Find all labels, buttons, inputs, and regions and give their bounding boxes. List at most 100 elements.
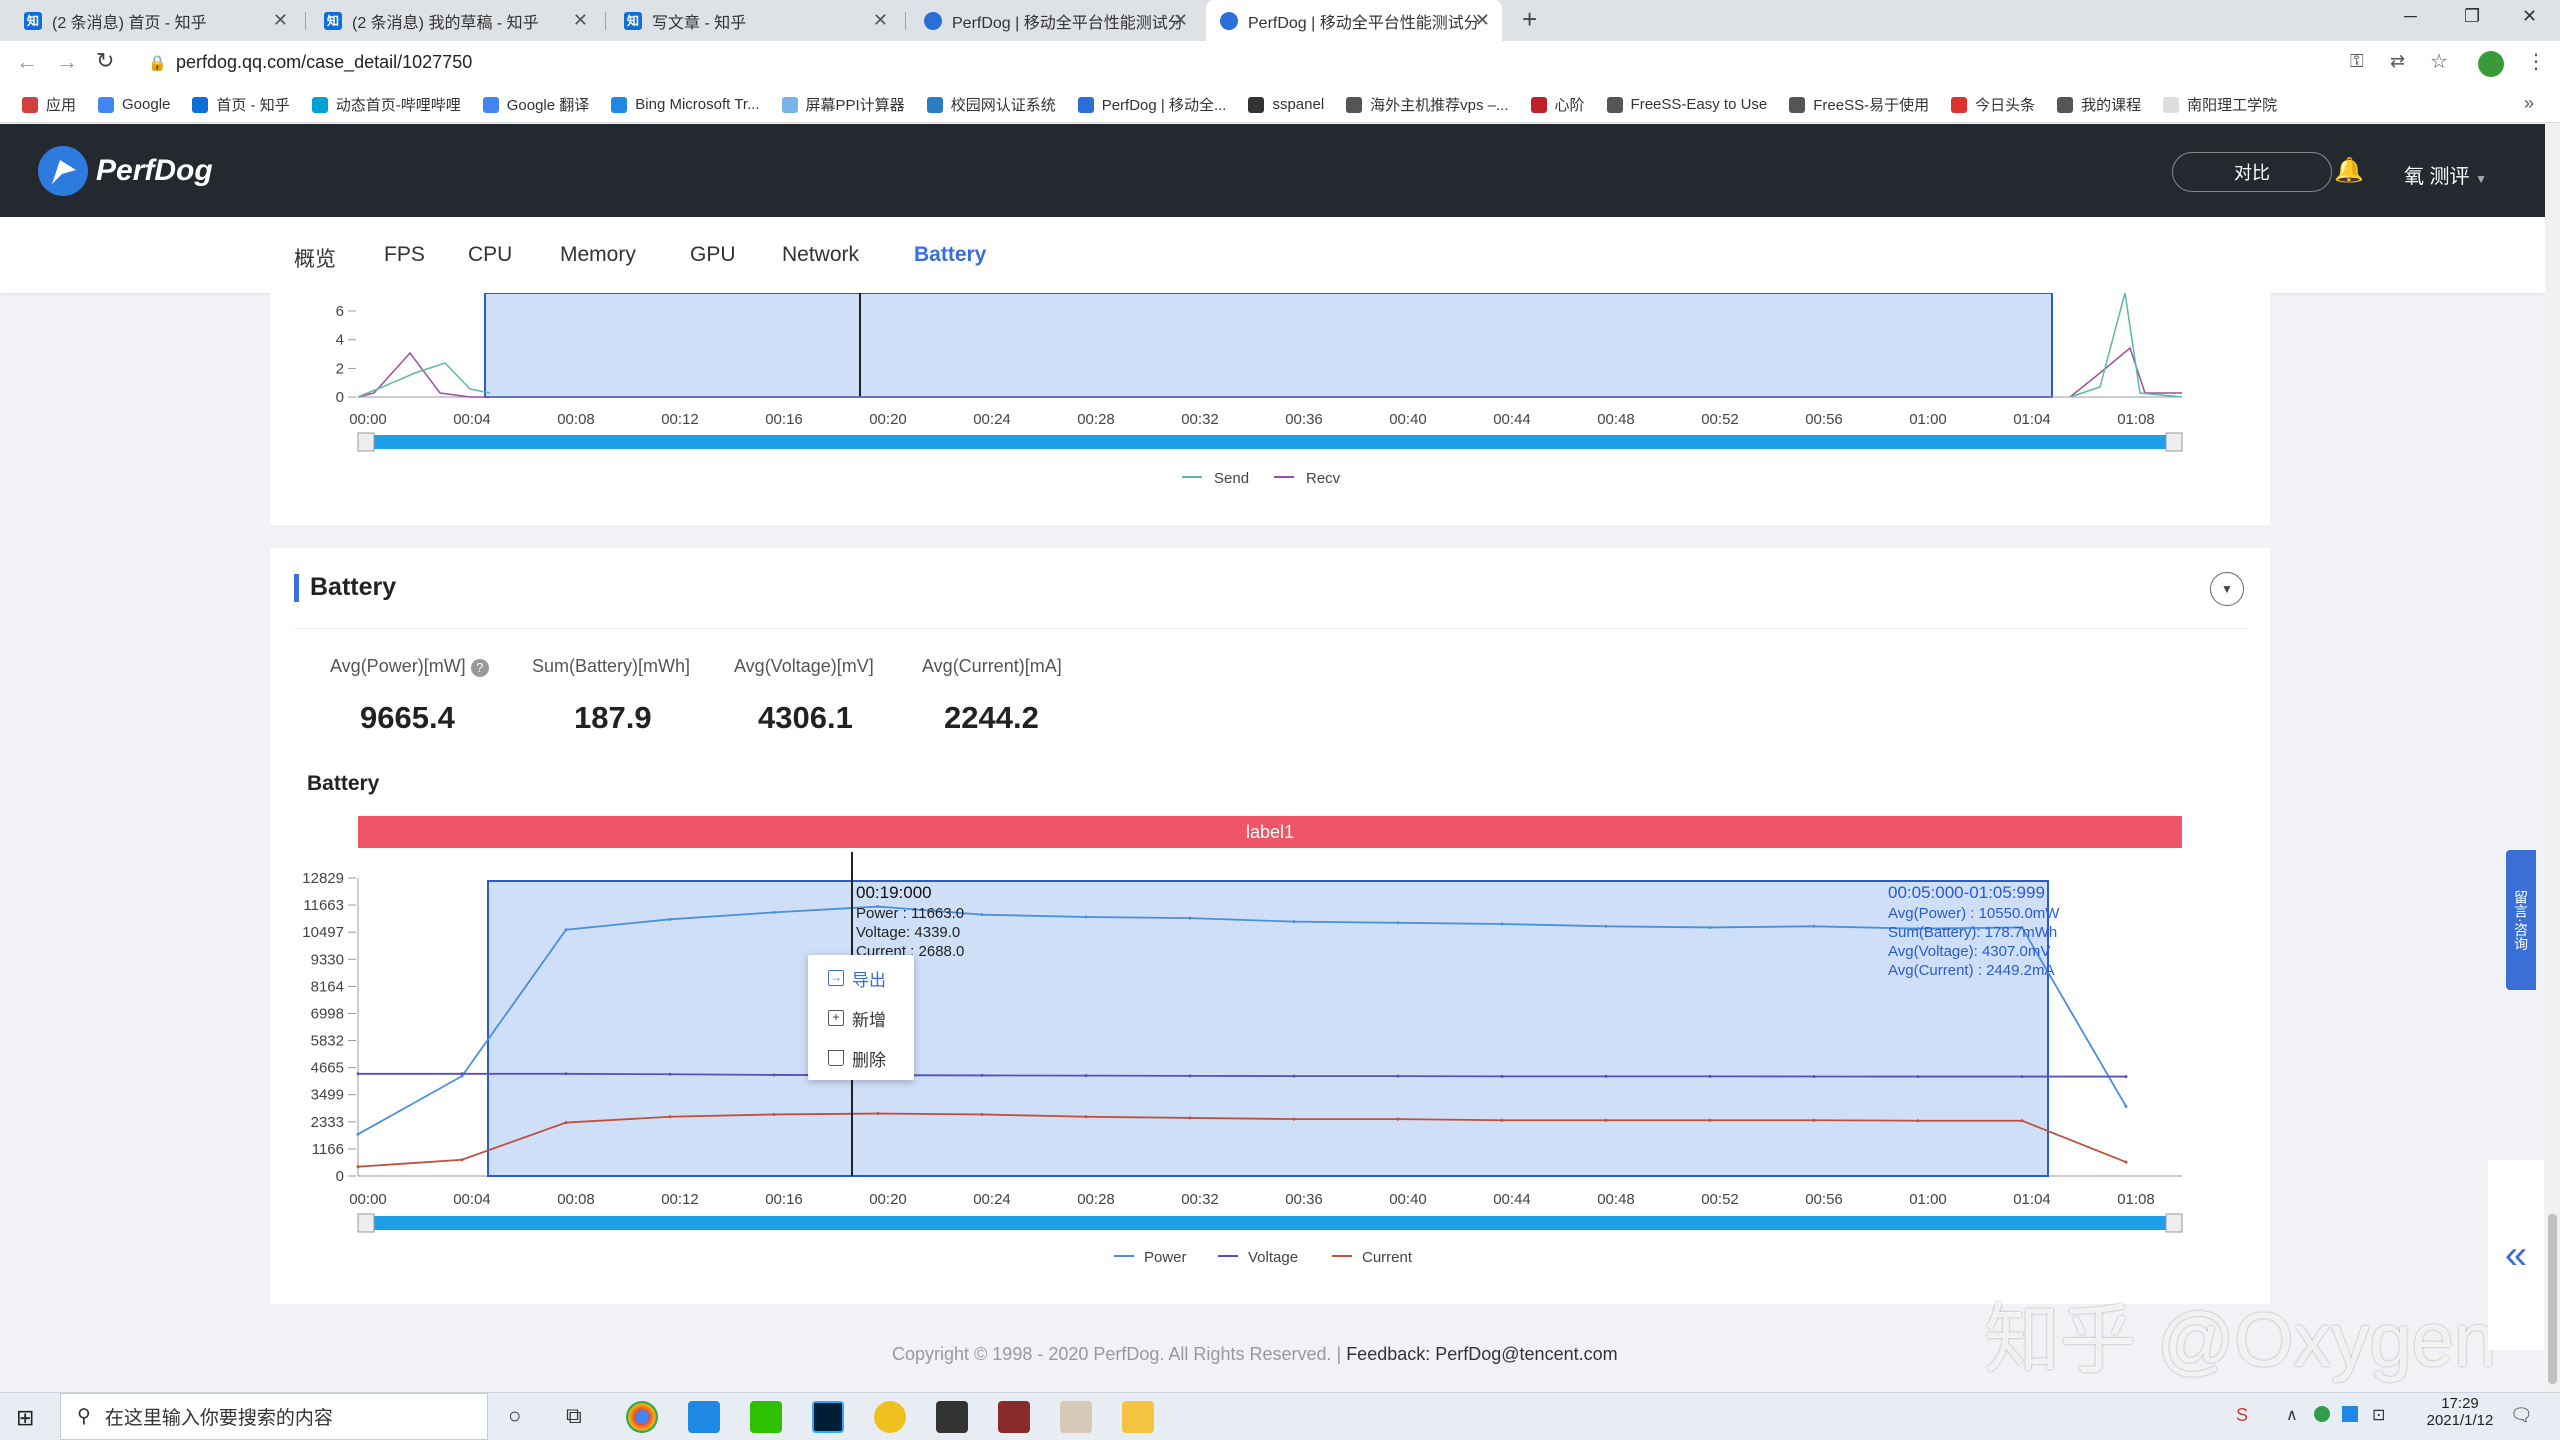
close-icon[interactable]: ✕ bbox=[1475, 10, 1490, 31]
app-icon[interactable] bbox=[1060, 1401, 1092, 1433]
tab-fps[interactable]: FPS bbox=[384, 243, 425, 267]
app-icon[interactable] bbox=[874, 1401, 906, 1433]
app-icon[interactable] bbox=[688, 1401, 720, 1433]
taskbar-search[interactable]: ⚲ 在这里输入你要搜索的内容 bbox=[60, 1393, 488, 1440]
bookmark-item[interactable]: 校园网认证系统 bbox=[926, 94, 1056, 115]
tray-icon[interactable] bbox=[2314, 1406, 2330, 1422]
bookmark-item[interactable]: 应用 bbox=[22, 94, 76, 115]
zoom-slider[interactable] bbox=[358, 1216, 2182, 1230]
x-tick-label: 00:40 bbox=[1389, 1191, 1427, 1208]
legend-label-current: Current bbox=[1362, 1249, 1413, 1266]
bookmark-item[interactable]: sspanel bbox=[1248, 96, 1324, 113]
selection-area[interactable] bbox=[484, 292, 2053, 398]
bookmark-item[interactable]: 屏幕PPI计算器 bbox=[781, 94, 905, 115]
data-point bbox=[1188, 1074, 1192, 1078]
close-icon[interactable]: ✕ bbox=[573, 10, 588, 31]
store-icon[interactable] bbox=[936, 1401, 968, 1433]
network-tray-icon[interactable]: ⊡ bbox=[2372, 1405, 2385, 1425]
bookmark-item[interactable]: 我的课程 bbox=[2057, 94, 2141, 115]
feedback-link[interactable]: Feedback: PerfDog@tencent.com bbox=[1346, 1344, 1617, 1364]
bookmark-item[interactable]: 首页 - 知乎 bbox=[192, 94, 290, 115]
clock[interactable]: 17:29 2021/1/12 bbox=[2420, 1395, 2500, 1429]
zoom-handle-right[interactable] bbox=[2165, 432, 2183, 452]
star-icon[interactable]: ☆ bbox=[2430, 49, 2448, 74]
bookmark-item[interactable]: 今日头条 bbox=[1951, 94, 2035, 115]
zoom-handle-left[interactable] bbox=[357, 1213, 375, 1233]
feedback-side-button[interactable]: 留言·咨询 bbox=[2506, 850, 2536, 990]
bookmark-item[interactable]: FreeSS-Easy to Use bbox=[1606, 96, 1767, 113]
forward-icon[interactable]: → bbox=[56, 49, 78, 75]
battery-chart[interactable]: label1 0 1166 2333 3499 4665 5832 6998 8164 9330 1… bbox=[270, 548, 2270, 1304]
maximize-button[interactable]: ❐ bbox=[2464, 6, 2480, 27]
browser-tab[interactable]: 知写文章 - 知乎 ✕ bbox=[610, 0, 900, 41]
bookmark-item[interactable]: Google bbox=[98, 96, 170, 113]
zoom-slider[interactable] bbox=[358, 435, 2182, 449]
bookmark-item[interactable]: 心阶 bbox=[1530, 94, 1585, 115]
bookmark-label: FreeSS-易于使用 bbox=[1813, 97, 1930, 114]
delete-menu-item[interactable]: 删除 bbox=[808, 1039, 914, 1077]
close-icon[interactable]: ✕ bbox=[273, 10, 288, 31]
close-icon[interactable]: ✕ bbox=[1173, 10, 1188, 31]
tray-chevron-icon[interactable]: ∧ bbox=[2286, 1405, 2298, 1425]
x-tick-label: 00:56 bbox=[1805, 1191, 1843, 1208]
bookmark-item[interactable]: 海外主机推荐vps –... bbox=[1346, 94, 1509, 115]
compare-button[interactable]: 对比 bbox=[2172, 152, 2332, 192]
collapse-panel-icon[interactable]: « bbox=[2488, 1160, 2544, 1350]
more-bookmarks-icon[interactable]: » bbox=[2524, 93, 2534, 114]
close-icon[interactable]: ✕ bbox=[873, 10, 888, 31]
app-icon[interactable] bbox=[998, 1401, 1030, 1433]
bookmark-item[interactable]: Google 翻译 bbox=[482, 94, 589, 115]
bookmark-item[interactable]: FreeSS-易于使用 bbox=[1789, 94, 1929, 115]
file-explorer-icon[interactable] bbox=[1122, 1401, 1154, 1433]
cortana-icon[interactable]: ○ bbox=[508, 1403, 521, 1429]
back-icon[interactable]: ← bbox=[16, 49, 38, 75]
browser-tab[interactable]: PerfDog | 移动全平台性能测试分 ✕ bbox=[910, 0, 1200, 41]
notification-icon[interactable]: 🗨 bbox=[2510, 1405, 2533, 1426]
tab-overview[interactable]: 概览 bbox=[294, 243, 336, 273]
new-tab-button[interactable]: + bbox=[1522, 4, 1537, 35]
bookmark-item[interactable]: 南阳理工学院 bbox=[2163, 94, 2277, 115]
user-menu[interactable]: 氧 测评 ▼ bbox=[2404, 160, 2487, 189]
windows-taskbar: ⊞ ⚲ 在这里输入你要搜索的内容 ○ ⧉ S ∧ ⊡ 17:29 2021/1/12… bbox=[0, 1392, 2560, 1440]
tab-memory[interactable]: Memory bbox=[560, 243, 636, 267]
tab-network[interactable]: Network bbox=[782, 243, 859, 267]
tray-icon[interactable]: S bbox=[2236, 1405, 2248, 1426]
tab-battery[interactable]: Battery bbox=[914, 243, 986, 267]
bookmark-item[interactable]: Bing Microsoft Tr... bbox=[611, 96, 760, 113]
zoom-handle-left[interactable] bbox=[357, 432, 375, 452]
browser-tab[interactable]: 知 (2 条消息) 我的草稿 - 知乎 ✕ bbox=[310, 0, 600, 41]
add-menu-item[interactable]: + 新增 bbox=[808, 999, 914, 1037]
tab-gpu[interactable]: GPU bbox=[690, 243, 736, 267]
translate-icon[interactable]: ⇄ bbox=[2390, 51, 2405, 72]
reload-icon[interactable]: ↻ bbox=[96, 48, 114, 74]
windows-start-icon[interactable]: ⊞ bbox=[16, 1405, 34, 1431]
chrome-icon[interactable] bbox=[626, 1401, 658, 1433]
tab-cpu[interactable]: CPU bbox=[468, 243, 512, 267]
bell-icon[interactable]: 🔔 bbox=[2334, 156, 2364, 185]
tray-icon[interactable] bbox=[2342, 1406, 2358, 1422]
key-icon[interactable]: ⚿ bbox=[2350, 51, 2364, 72]
browser-tab-active[interactable]: PerfDog | 移动全平台性能测试分 ✕ bbox=[1206, 0, 1502, 41]
profile-avatar[interactable] bbox=[2478, 51, 2504, 77]
network-card: 6 4 2 0 00:00 00:04 00:08 00:12 00:16 00:20 00:24 0… bbox=[270, 292, 2270, 525]
network-chart[interactable]: 6 4 2 0 00:00 00:04 00:08 00:12 00:16 00:20 00:24 0… bbox=[270, 292, 2270, 525]
page-scrollbar[interactable] bbox=[2545, 124, 2560, 1392]
bookmark-item[interactable]: 动态首页-哔哩哔哩 bbox=[311, 94, 461, 115]
x-tick-label: 00:28 bbox=[1077, 411, 1115, 428]
minimize-button[interactable]: ─ bbox=[2404, 6, 2417, 27]
zhihu-icon: 知 bbox=[324, 11, 342, 30]
photoshop-icon[interactable] bbox=[812, 1401, 844, 1433]
browser-tab[interactable]: 知 (2 条消息) 首页 - 知乎 ✕ bbox=[10, 0, 300, 41]
data-point bbox=[980, 1073, 984, 1077]
wechat-icon[interactable] bbox=[750, 1401, 782, 1433]
menu-icon[interactable]: ⋮ bbox=[2526, 49, 2546, 74]
series-send bbox=[357, 362, 491, 398]
window-close-button[interactable]: ✕ bbox=[2522, 6, 2537, 27]
export-menu-item[interactable]: → 导出 bbox=[808, 959, 914, 997]
x-tick-label: 01:08 bbox=[2117, 1191, 2155, 1208]
zoom-handle-right[interactable] bbox=[2165, 1213, 2183, 1233]
scrollbar-thumb[interactable] bbox=[2548, 1214, 2557, 1384]
bookmark-item[interactable]: PerfDog | 移动全... bbox=[1077, 94, 1226, 115]
task-view-icon[interactable]: ⧉ bbox=[566, 1403, 582, 1429]
url-field[interactable]: perfdog.qq.com/case_detail/1027750 bbox=[176, 52, 472, 73]
